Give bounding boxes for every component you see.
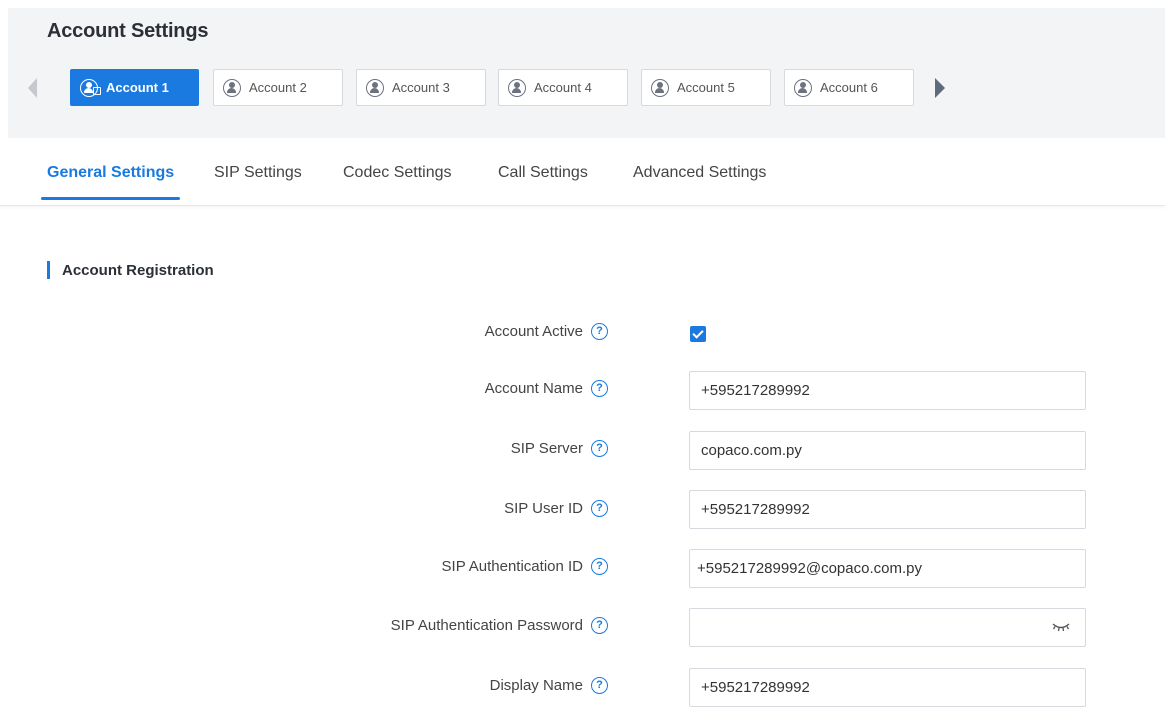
field-label: Account Active — [484, 323, 583, 340]
account-tab-label: Account 6 — [820, 80, 878, 95]
account-name-label-row: Account Name ? — [485, 380, 608, 397]
input-value: +595217289992 — [701, 501, 810, 518]
help-icon[interactable]: ? — [591, 380, 608, 397]
sip-auth-password-input[interactable] — [689, 608, 1086, 647]
account-name-input[interactable]: +595217289992 — [689, 371, 1086, 410]
account-tab-5[interactable]: Account 5 — [641, 69, 771, 106]
display-name-label-row: Display Name ? — [490, 677, 608, 694]
account-tab-label: Account 5 — [677, 80, 735, 95]
field-label: Display Name — [489, 677, 583, 694]
tab-codec-settings[interactable]: Codec Settings — [343, 164, 452, 182]
hidden-password-eye-icon[interactable] — [1051, 621, 1071, 633]
input-value: copaco.com.py — [701, 442, 802, 459]
input-value: +595217289992 — [701, 679, 810, 696]
account-tab-2[interactable]: Account 2 — [213, 69, 343, 106]
sip-auth-password-label-row: SIP Authentication Password ? — [391, 617, 608, 634]
field-label: SIP Authentication ID — [441, 558, 583, 575]
account-tab-label: Account 1 — [106, 80, 169, 95]
tab-sip-settings[interactable]: SIP Settings — [214, 164, 302, 182]
account-user-icon — [794, 78, 812, 97]
input-value: +595217289992@copaco.com.py — [697, 560, 922, 577]
help-icon[interactable]: ? — [591, 500, 608, 517]
scroll-right-arrow-icon[interactable] — [935, 78, 945, 98]
field-label: Account Name — [484, 380, 583, 397]
help-icon[interactable]: ? — [591, 617, 608, 634]
help-icon[interactable]: ? — [591, 440, 608, 457]
account-tab-label: Account 3 — [392, 80, 450, 95]
account-active-label-row: Account Active ? — [485, 323, 608, 340]
tab-call-settings[interactable]: Call Settings — [498, 164, 588, 182]
scroll-left-arrow-icon[interactable] — [28, 78, 37, 98]
help-icon[interactable]: ? — [591, 558, 608, 575]
account-tab-6[interactable]: Account 6 — [784, 69, 914, 106]
account-user-icon — [223, 78, 241, 97]
sip-server-input[interactable]: copaco.com.py — [689, 431, 1086, 470]
sip-user-id-input[interactable]: +595217289992 — [689, 490, 1086, 529]
section-title: Account Registration — [62, 262, 214, 279]
sip-server-label-row: SIP Server ? — [511, 440, 608, 457]
account-user-icon — [508, 78, 526, 97]
settings-tab-bar: General Settings SIP Settings Codec Sett… — [0, 138, 1165, 206]
account-user-icon — [651, 78, 669, 97]
sip-auth-id-label-row: SIP Authentication ID ? — [442, 558, 608, 575]
account-switcher: Account 1 Account 2 Account 3 Account 4 … — [24, 69, 984, 107]
help-icon[interactable]: ? — [591, 323, 608, 340]
section-accent-bar — [47, 261, 50, 279]
account-tab-label: Account 2 — [249, 80, 307, 95]
tab-advanced-settings[interactable]: Advanced Settings — [633, 164, 766, 182]
page-title: Account Settings — [47, 20, 209, 42]
account-tab-1[interactable]: Account 1 — [70, 69, 199, 106]
account-tab-label: Account 4 — [534, 80, 592, 95]
field-label: SIP Server — [510, 440, 583, 457]
input-value: +595217289992 — [701, 382, 810, 399]
account-active-checkbox[interactable] — [690, 326, 706, 342]
active-tab-indicator — [41, 197, 180, 200]
field-label: SIP Authentication Password — [390, 617, 583, 634]
sip-user-id-label-row: SIP User ID ? — [504, 500, 608, 517]
edit-badge-icon — [93, 87, 101, 95]
sip-auth-id-input[interactable]: +595217289992@copaco.com.py — [689, 549, 1086, 588]
display-name-input[interactable]: +595217289992 — [689, 668, 1086, 707]
tab-general-settings[interactable]: General Settings — [47, 164, 174, 182]
help-icon[interactable]: ? — [591, 677, 608, 694]
account-tab-3[interactable]: Account 3 — [356, 69, 486, 106]
account-user-icon — [366, 78, 384, 97]
field-label: SIP User ID — [504, 500, 583, 517]
account-tab-4[interactable]: Account 4 — [498, 69, 628, 106]
